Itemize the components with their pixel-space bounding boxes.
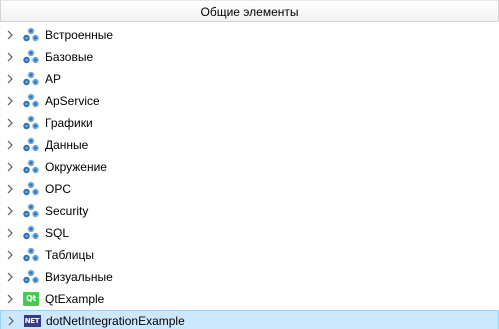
dotnet-icon: NET	[23, 313, 41, 329]
library-icon	[22, 71, 40, 87]
tree-item-8[interactable]: Security	[0, 200, 499, 222]
chevron-right-icon[interactable]	[0, 134, 20, 156]
chevron-right-icon[interactable]	[0, 112, 20, 134]
tree-item-11[interactable]: Визуальные	[0, 266, 499, 288]
tree-item-label: Таблицы	[45, 248, 95, 262]
chevron-right-icon[interactable]	[0, 244, 20, 266]
tree-item-label: Данные	[45, 138, 89, 152]
library-icon	[22, 247, 40, 263]
library-icon	[22, 93, 40, 109]
tree-item-label: SQL	[45, 226, 70, 240]
dotnet-badge: NET	[23, 315, 41, 327]
tree-item-label: Security	[45, 204, 89, 218]
tree-item-13[interactable]: NET dotNetIntegrationExample	[0, 310, 499, 329]
tree-item-7[interactable]: OPC	[0, 178, 499, 200]
qt-icon: Qt	[22, 291, 40, 307]
tree-item-label: OPC	[45, 182, 72, 196]
tree-item-6[interactable]: Окружение	[0, 156, 499, 178]
library-icon	[22, 137, 40, 153]
qt-badge: Qt	[23, 292, 39, 306]
library-icon	[22, 269, 40, 285]
chevron-right-icon[interactable]	[0, 200, 20, 222]
chevron-right-icon[interactable]	[0, 288, 20, 310]
library-icon	[22, 115, 40, 131]
tree-item-label: Окружение	[45, 160, 107, 174]
tree-item-10[interactable]: Таблицы	[0, 244, 499, 266]
column-header-title: Общие элементы	[200, 5, 299, 19]
tree-item-label: Встроенные	[45, 28, 114, 42]
chevron-right-icon[interactable]	[0, 68, 20, 90]
chevron-right-icon[interactable]	[0, 46, 20, 68]
chevron-right-icon[interactable]	[0, 266, 20, 288]
tree-item-1[interactable]: Базовые	[0, 46, 499, 68]
common-elements-panel: Общие элементы Встроенные Базовые AP ApServ…	[0, 0, 499, 329]
chevron-right-icon[interactable]	[0, 24, 20, 46]
tree-item-0[interactable]: Встроенные	[0, 24, 499, 46]
tree-item-9[interactable]: SQL	[0, 222, 499, 244]
tree-item-label: Базовые	[45, 50, 94, 64]
chevron-right-icon[interactable]	[0, 222, 20, 244]
library-icon	[22, 203, 40, 219]
tree-item-12[interactable]: Qt QtExample	[0, 288, 499, 310]
tree-item-2[interactable]: AP	[0, 68, 499, 90]
tree-item-4[interactable]: Графики	[0, 112, 499, 134]
tree-item-3[interactable]: ApService	[0, 90, 499, 112]
library-icon	[22, 181, 40, 197]
tree-item-label: Графики	[45, 116, 93, 130]
library-tree: Встроенные Базовые AP ApService Графики Данны…	[0, 24, 499, 329]
chevron-right-icon[interactable]	[1, 310, 21, 329]
tree-item-label: AP	[45, 72, 62, 86]
library-icon	[22, 225, 40, 241]
library-icon	[22, 159, 40, 175]
tree-item-label: dotNetIntegrationExample	[46, 314, 185, 328]
tree-item-label: QtExample	[45, 292, 105, 306]
library-icon	[22, 27, 40, 43]
column-header[interactable]: Общие элементы	[0, 0, 499, 22]
chevron-right-icon[interactable]	[0, 156, 20, 178]
chevron-right-icon[interactable]	[0, 90, 20, 112]
tree-item-label: Визуальные	[45, 270, 113, 284]
tree-item-5[interactable]: Данные	[0, 134, 499, 156]
tree-item-label: ApService	[45, 94, 100, 108]
chevron-right-icon[interactable]	[0, 178, 20, 200]
library-icon	[22, 49, 40, 65]
